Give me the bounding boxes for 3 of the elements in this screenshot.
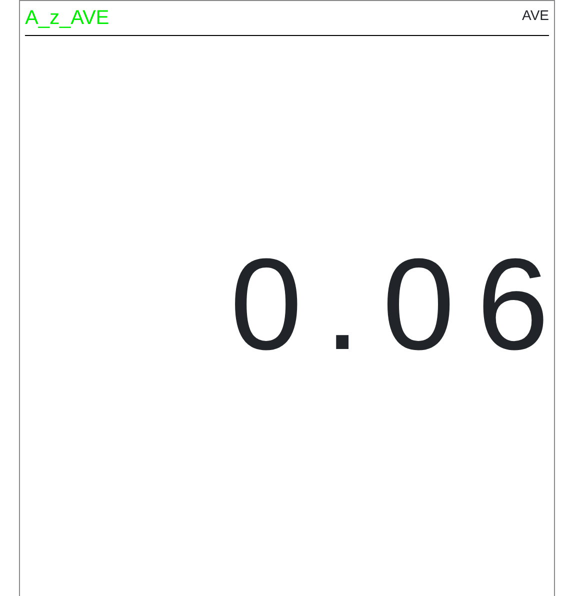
panel-title: A_z_AVE: [25, 8, 110, 31]
value-readout: 0.06: [230, 239, 569, 369]
mode-label: AVE: [522, 8, 549, 25]
